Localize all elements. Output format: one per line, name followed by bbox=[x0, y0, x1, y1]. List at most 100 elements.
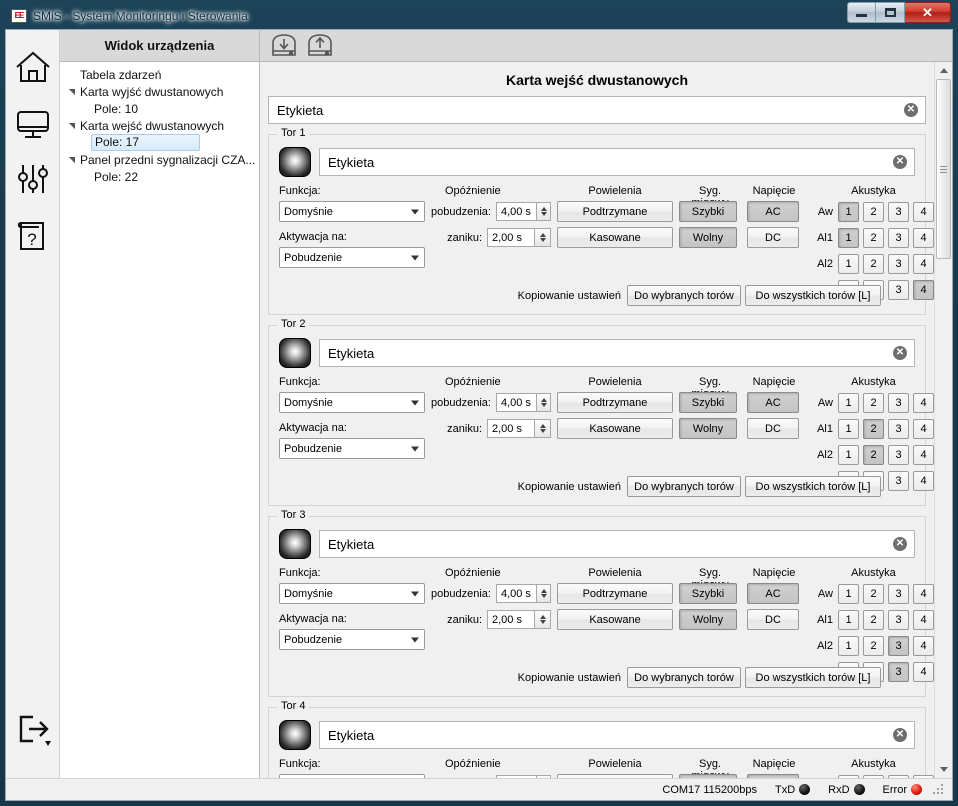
pobudzenia-input[interactable]: 4,00 s bbox=[495, 775, 538, 778]
akustyka-button[interactable]: 1 bbox=[838, 418, 859, 439]
zaniku-stepper[interactable] bbox=[535, 419, 551, 438]
akustyka-button[interactable]: 2 bbox=[863, 201, 884, 222]
szybki-button[interactable]: Szybki bbox=[679, 201, 737, 222]
szybki-button[interactable]: Szybki bbox=[679, 583, 737, 604]
clear-card-label-icon[interactable]: ✕ bbox=[904, 103, 918, 117]
akustyka-button[interactable]: 2 bbox=[863, 418, 884, 439]
akustyka-button[interactable]: 4 bbox=[913, 635, 934, 656]
akustyka-button[interactable]: 4 bbox=[913, 470, 934, 491]
copy-to-selected-button[interactable]: Do wybranych torów bbox=[627, 667, 741, 688]
podtrzymane-button[interactable]: Podtrzymane bbox=[557, 392, 673, 413]
akustyka-button[interactable]: 4 bbox=[913, 418, 934, 439]
podtrzymane-button[interactable]: Podtrzymane bbox=[557, 201, 673, 222]
akustyka-button[interactable]: 1 bbox=[838, 392, 859, 413]
akustyka-button[interactable]: 3 bbox=[888, 583, 909, 604]
kasowane-button[interactable]: Kasowane bbox=[557, 227, 673, 248]
aktywacja-select[interactable]: Pobudzenie bbox=[279, 438, 425, 459]
akustyka-button[interactable]: 4 bbox=[913, 392, 934, 413]
dc-button[interactable]: DC bbox=[747, 418, 799, 439]
akustyka-button[interactable]: 1 bbox=[838, 227, 859, 248]
tree-item[interactable]: ◢ Karta wyjść dwustanowych bbox=[60, 83, 259, 100]
akustyka-button[interactable]: 3 bbox=[888, 253, 909, 274]
channel-label-field[interactable]: Etykieta ✕ bbox=[319, 721, 915, 749]
zaniku-stepper[interactable] bbox=[535, 228, 551, 247]
home-icon[interactable] bbox=[10, 42, 56, 92]
akustyka-button[interactable]: 2 bbox=[863, 583, 884, 604]
aktywacja-select[interactable]: Pobudzenie bbox=[279, 247, 425, 268]
clear-channel-label-icon[interactable]: ✕ bbox=[893, 728, 907, 742]
akustyka-button[interactable]: 1 bbox=[838, 253, 859, 274]
akustyka-button[interactable]: 4 bbox=[913, 774, 934, 778]
clear-channel-label-icon[interactable]: ✕ bbox=[893, 155, 907, 169]
pobudzenia-input[interactable]: 4,00 s bbox=[495, 584, 538, 603]
wolny-button[interactable]: Wolny bbox=[679, 227, 737, 248]
clear-channel-label-icon[interactable]: ✕ bbox=[893, 537, 907, 551]
kasowane-button[interactable]: Kasowane bbox=[557, 609, 673, 630]
vertical-scrollbar[interactable] bbox=[934, 62, 952, 778]
pobudzenia-stepper[interactable] bbox=[537, 775, 551, 778]
akustyka-button[interactable]: 4 bbox=[913, 227, 934, 248]
sliders-icon[interactable] bbox=[10, 154, 56, 204]
pobudzenia-input[interactable]: 4,00 s bbox=[495, 202, 538, 221]
akustyka-button[interactable]: 3 bbox=[888, 418, 909, 439]
aktywacja-select[interactable]: Pobudzenie bbox=[279, 629, 425, 650]
akustyka-button[interactable]: 2 bbox=[863, 635, 884, 656]
akustyka-button[interactable]: 4 bbox=[913, 253, 934, 274]
scroll-down-button[interactable] bbox=[935, 761, 952, 778]
pobudzenia-input[interactable]: 4,00 s bbox=[495, 393, 538, 412]
akustyka-button[interactable]: 1 bbox=[838, 201, 859, 222]
maximize-button[interactable] bbox=[876, 2, 905, 23]
akustyka-button[interactable]: 3 bbox=[888, 635, 909, 656]
exit-icon[interactable] bbox=[10, 704, 56, 754]
clear-channel-label-icon[interactable]: ✕ bbox=[893, 346, 907, 360]
kasowane-button[interactable]: Kasowane bbox=[557, 418, 673, 439]
tree-item[interactable]: Tabela zdarzeń bbox=[60, 66, 259, 83]
akustyka-button[interactable]: 3 bbox=[888, 774, 909, 778]
akustyka-button[interactable]: 4 bbox=[913, 444, 934, 465]
expander-icon[interactable]: ◢ bbox=[67, 86, 76, 98]
akustyka-button[interactable]: 2 bbox=[863, 392, 884, 413]
resize-grip-icon[interactable] bbox=[932, 783, 946, 797]
akustyka-button[interactable]: 2 bbox=[863, 609, 884, 630]
akustyka-button[interactable]: 3 bbox=[888, 227, 909, 248]
download-from-device-icon[interactable] bbox=[266, 31, 302, 61]
scroll-thumb[interactable] bbox=[936, 79, 951, 259]
ac-button[interactable]: AC bbox=[747, 583, 799, 604]
akustyka-button[interactable]: 3 bbox=[888, 609, 909, 630]
akustyka-button[interactable]: 1 bbox=[838, 635, 859, 656]
tree-item[interactable]: Pole: 10 bbox=[60, 100, 259, 117]
akustyka-button[interactable]: 3 bbox=[888, 661, 909, 682]
wolny-button[interactable]: Wolny bbox=[679, 418, 737, 439]
akustyka-button[interactable]: 4 bbox=[913, 201, 934, 222]
ac-button[interactable]: AC bbox=[747, 201, 799, 222]
pobudzenia-stepper[interactable] bbox=[537, 584, 551, 603]
copy-to-all-button[interactable]: Do wszystkich torów [L] bbox=[745, 476, 881, 497]
channel-label-field[interactable]: Etykieta ✕ bbox=[319, 148, 915, 176]
copy-to-selected-button[interactable]: Do wybranych torów bbox=[627, 285, 741, 306]
card-label-field[interactable]: Etykieta ✕ bbox=[268, 96, 926, 124]
akustyka-button[interactable]: 3 bbox=[888, 444, 909, 465]
podtrzymane-button[interactable]: Podtrzymane bbox=[557, 583, 673, 604]
akustyka-button[interactable]: 2 bbox=[863, 227, 884, 248]
zaniku-input[interactable]: 2,00 s bbox=[487, 610, 535, 629]
szybki-button[interactable]: Szybki bbox=[679, 392, 737, 413]
akustyka-button[interactable]: 4 bbox=[913, 609, 934, 630]
help-book-icon[interactable]: ? bbox=[10, 210, 56, 260]
monitor-icon[interactable] bbox=[10, 98, 56, 148]
akustyka-button[interactable]: 4 bbox=[913, 279, 934, 300]
scroll-track[interactable] bbox=[935, 79, 952, 761]
akustyka-button[interactable]: 3 bbox=[888, 470, 909, 491]
pobudzenia-stepper[interactable] bbox=[537, 202, 551, 221]
upload-to-device-icon[interactable] bbox=[302, 31, 338, 61]
copy-to-all-button[interactable]: Do wszystkich torów [L] bbox=[745, 285, 881, 306]
zaniku-input[interactable]: 2,00 s bbox=[487, 419, 535, 438]
dc-button[interactable]: DC bbox=[747, 609, 799, 630]
dc-button[interactable]: DC bbox=[747, 227, 799, 248]
pobudzenia-stepper[interactable] bbox=[537, 393, 551, 412]
tree-item[interactable]: Pole: 17 bbox=[60, 134, 259, 151]
channel-label-field[interactable]: Etykieta ✕ bbox=[319, 530, 915, 558]
funkcja-select[interactable]: Domyśnie bbox=[279, 774, 425, 778]
akustyka-button[interactable]: 2 bbox=[863, 444, 884, 465]
funkcja-select[interactable]: Domyśnie bbox=[279, 392, 425, 413]
channel-label-field[interactable]: Etykieta ✕ bbox=[319, 339, 915, 367]
